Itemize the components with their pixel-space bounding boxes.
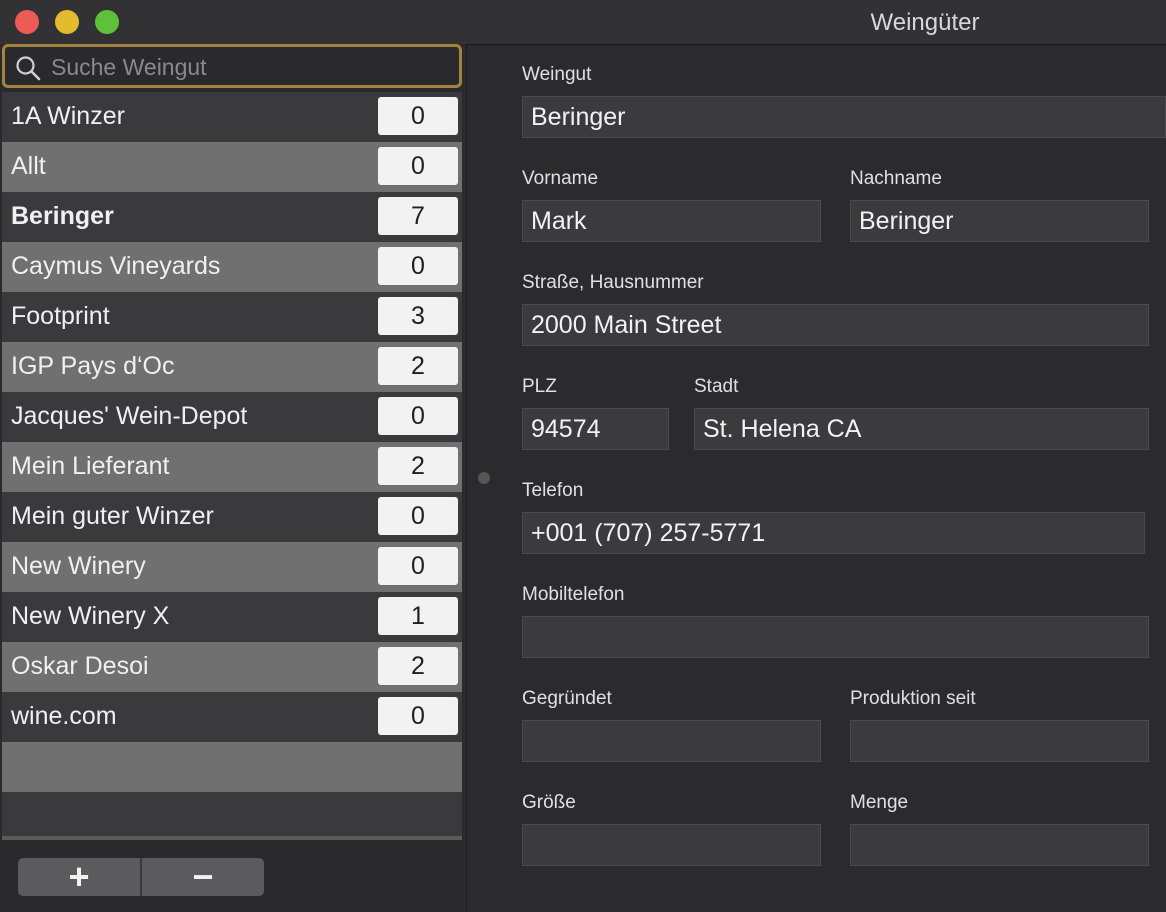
winery-list-item[interactable]: Caymus Vineyards 0 [2,242,462,292]
winery-name: Mein Lieferant [11,452,170,480]
weingut-label: Weingut [522,64,592,85]
wine-count-badge: 2 [378,347,458,385]
winery-name: Footprint [11,302,110,330]
stadt-label: Stadt [694,376,739,397]
menge-label: Menge [850,792,909,813]
winery-list-item[interactable]: wine.com 0 [2,692,462,742]
winery-list-item[interactable]: Oskar Desoi 2 [2,642,462,692]
winery-list-item[interactable]: New Winery 0 [2,542,462,592]
winery-name: Mein guter Winzer [11,502,214,530]
wine-count-badge: 3 [378,297,458,335]
winery-list-item[interactable]: IGP Pays d‘Oc 2 [2,342,462,392]
winery-list-item[interactable]: Beringer 7 [2,192,462,242]
minimize-window-button[interactable] [55,10,79,34]
empty-list-row [2,792,462,842]
menge-field[interactable] [850,824,1149,866]
wine-count-badge: 0 [378,697,458,735]
winery-name: Allt [11,152,46,180]
winery-list-item[interactable]: New Winery X 1 [2,592,462,642]
winery-name: IGP Pays d‘Oc [11,352,175,380]
wine-count-badge: 7 [378,197,458,235]
plz-label: PLZ [522,376,557,397]
wine-count-badge: 0 [378,97,458,135]
nachname-field[interactable]: Beringer [850,200,1149,242]
empty-list-row [2,742,462,792]
wine-count-badge: 0 [378,247,458,285]
winery-name: Caymus Vineyards [11,252,221,280]
list-toolbar: + − [2,836,462,912]
winery-list-item[interactable]: Mein Lieferant 2 [2,442,462,492]
winery-list: 1A Winzer 0 Allt 0 Beringer 7 Caymus Vineyards… [2,92,462,842]
vorname-field[interactable]: Mark [522,200,821,242]
winery-name: New Winery X [11,602,170,630]
window-title: Weingüter [870,9,980,36]
winery-name: New Winery [11,552,146,580]
groesse-label: Größe [522,792,576,813]
mobiltelefon-field[interactable] [522,616,1149,658]
winery-list-item[interactable]: Mein guter Winzer 0 [2,492,462,542]
telefon-label: Telefon [522,480,584,501]
maximize-window-button[interactable] [95,10,119,34]
wine-count-badge: 0 [378,497,458,535]
groesse-field[interactable] [522,824,821,866]
produktion-seit-field[interactable] [850,720,1149,762]
close-window-button[interactable] [15,10,39,34]
search-icon [16,56,41,81]
plz-field[interactable]: 94574 [522,408,669,450]
weingut-field[interactable]: Beringer [522,96,1166,138]
gegruendet-label: Gegründet [522,688,612,709]
strasse-label: Straße, Hausnummer [522,272,704,293]
wine-count-badge: 0 [378,147,458,185]
winery-name: Jacques' Wein-Depot [11,402,248,430]
split-view-divider-handle[interactable] [478,472,490,484]
app-window: Weingüter 1A Winzer 0 Allt 0 Beringer 7 Caymus… [0,0,1166,912]
winery-name: Beringer [11,202,114,230]
wine-count-badge: 1 [378,597,458,635]
winery-name: Oskar Desoi [11,652,149,680]
winery-name: 1A Winzer [11,102,125,130]
search-input[interactable] [49,51,453,83]
wine-count-badge: 0 [378,547,458,585]
wine-count-badge: 2 [378,647,458,685]
vorname-label: Vorname [522,168,599,189]
remove-winery-button[interactable]: − [142,858,264,896]
winery-name: wine.com [11,702,117,730]
wine-count-badge: 2 [378,447,458,485]
telefon-field[interactable]: +001 (707) 257-5771 [522,512,1145,554]
winery-list-item[interactable]: Allt 0 [2,142,462,192]
mobiltelefon-label: Mobiltelefon [522,584,625,605]
stadt-field[interactable]: St. Helena CA [694,408,1149,450]
search-field[interactable] [2,44,462,88]
title-bar[interactable]: Weingüter [0,0,1166,45]
add-winery-button[interactable]: + [18,858,142,896]
nachname-label: Nachname [850,168,942,189]
strasse-field[interactable]: 2000 Main Street [522,304,1149,346]
winery-sidebar: 1A Winzer 0 Allt 0 Beringer 7 Caymus Vineyards… [0,44,467,912]
winery-list-item[interactable]: Footprint 3 [2,292,462,342]
gegruendet-field[interactable] [522,720,821,762]
wine-count-badge: 0 [378,397,458,435]
add-remove-segmented-control: + − [18,858,264,896]
winery-list-item[interactable]: Jacques' Wein-Depot 0 [2,392,462,442]
produktion-seit-label: Produktion seit [850,688,976,709]
winery-list-item[interactable]: 1A Winzer 0 [2,92,462,142]
